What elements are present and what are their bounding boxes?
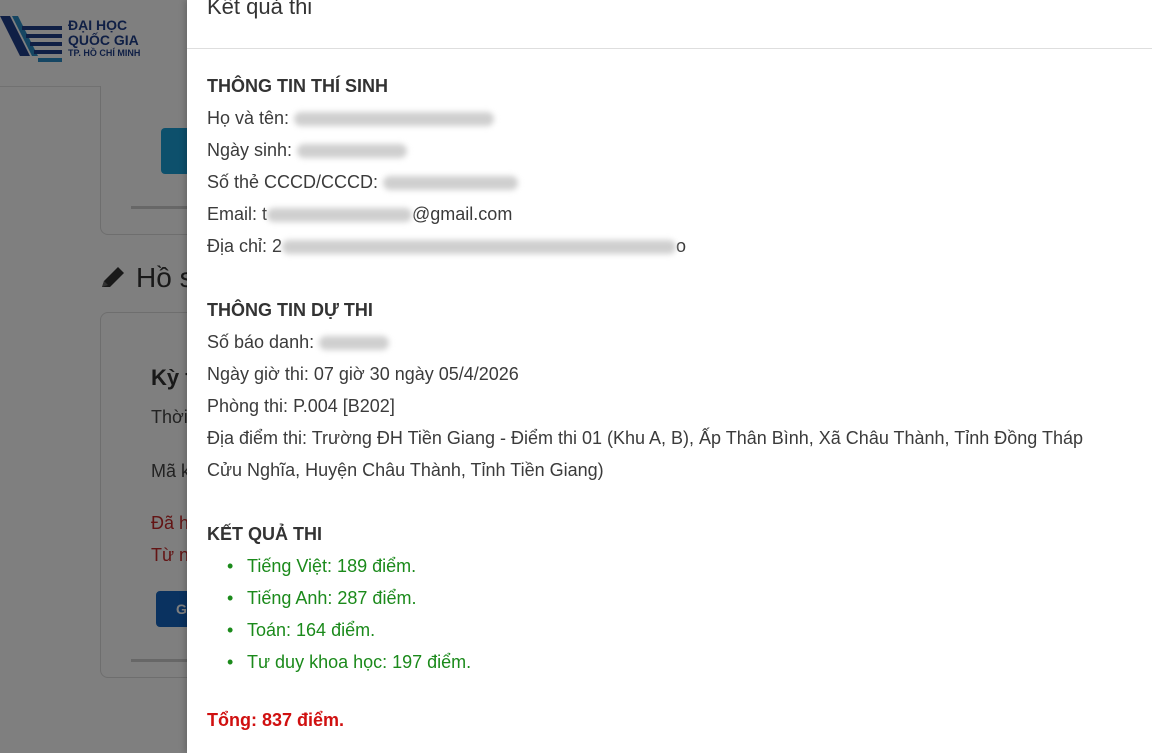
candidate-email-row: Email: t @gmail.com bbox=[207, 198, 1152, 230]
candidate-dob-row: Ngày sinh: bbox=[207, 134, 1152, 166]
result-item: Tiếng Việt: 189 điểm. bbox=[227, 550, 1152, 582]
result-item: Toán: 164 điểm. bbox=[227, 614, 1152, 646]
modal-header: Kết quả thi bbox=[187, 0, 1152, 49]
redacted-address bbox=[282, 240, 677, 255]
candidate-id-label: Số thẻ CCCD/CCCD: bbox=[207, 172, 384, 192]
candidate-id-row: Số thẻ CCCD/CCCD: bbox=[207, 166, 1152, 198]
sbd-label: Số báo danh: bbox=[207, 332, 320, 352]
redacted-dob bbox=[297, 144, 408, 159]
candidate-dob-label: Ngày sinh: bbox=[207, 140, 298, 160]
exam-room: Phòng thi: P.004 [B202] bbox=[207, 396, 395, 416]
candidate-name-row: Họ và tên: bbox=[207, 102, 1152, 134]
exam-location-line2: Cửu Nghĩa, Huyện Châu Thành, Tỉnh Tiền G… bbox=[207, 460, 604, 480]
exam-location-line1: Địa điểm thi: Trường ĐH Tiền Giang - Điể… bbox=[207, 428, 1083, 448]
candidate-email-suffix: @gmail.com bbox=[412, 204, 513, 224]
results-heading: KẾT QUẢ THI bbox=[207, 524, 322, 544]
candidate-address-label: Địa chỉ: 2 bbox=[207, 236, 283, 256]
candidate-name-label: Họ và tên: bbox=[207, 108, 295, 128]
result-item: Tiếng Anh: 287 điểm. bbox=[227, 582, 1152, 614]
candidate-email-label: Email: t bbox=[207, 204, 268, 224]
result-item: Tư duy khoa học: 197 điểm. bbox=[227, 646, 1152, 678]
redacted-email bbox=[267, 208, 413, 223]
exam-info-heading: THÔNG TIN DỰ THI bbox=[207, 300, 373, 320]
exam-result-modal: Kết quả thi THÔNG TIN THÍ SINH Họ và tên… bbox=[187, 0, 1152, 753]
modal-title: Kết quả thi bbox=[207, 0, 313, 19]
sbd-row: Số báo danh: bbox=[207, 326, 1152, 358]
candidate-address-row: Địa chỉ: 2 o bbox=[207, 230, 1152, 262]
modal-body: THÔNG TIN THÍ SINH Họ và tên: Ngày sinh:… bbox=[207, 70, 1152, 736]
redacted-id bbox=[383, 176, 519, 191]
results-list: Tiếng Việt: 189 điểm. Tiếng Anh: 287 điể… bbox=[207, 550, 1152, 678]
redacted-sbd bbox=[319, 336, 390, 351]
candidate-info-heading: THÔNG TIN THÍ SINH bbox=[207, 76, 388, 96]
exam-datetime: Ngày giờ thi: 07 giờ 30 ngày 05/4/2026 bbox=[207, 364, 519, 384]
redacted-name bbox=[294, 112, 495, 127]
candidate-address-suffix: o bbox=[676, 236, 687, 256]
total-score: Tổng: 837 điểm. bbox=[207, 710, 345, 730]
